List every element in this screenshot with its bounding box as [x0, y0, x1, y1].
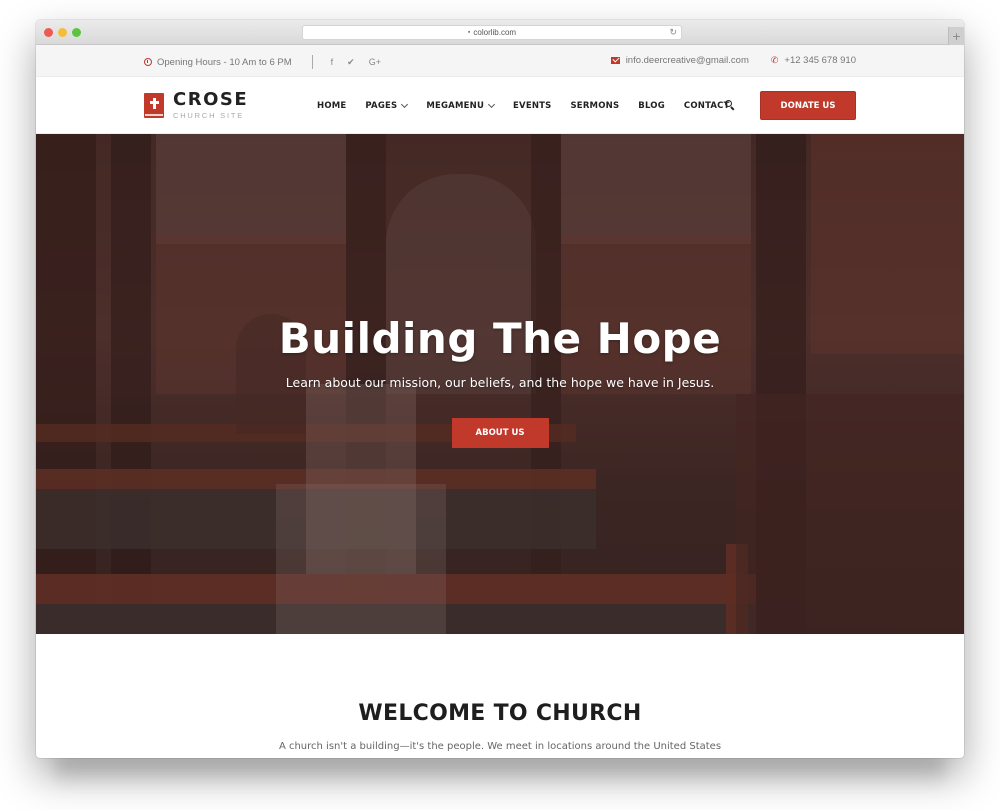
hero-section: Building The Hope Learn about our missio…	[36, 134, 964, 634]
welcome-section: WELCOME TO CHURCH A church isn't a build…	[36, 634, 964, 758]
divider	[311, 55, 313, 69]
main-menu: HOME PAGES MEGAMENU EVENTS SERMONS BLOG …	[317, 77, 749, 134]
opening-hours: Opening Hours - 10 Am to 6 PM	[157, 56, 292, 68]
logo-title: CROSE	[173, 89, 249, 110]
phone-icon: ✆	[770, 55, 779, 65]
bible-cross-icon	[144, 93, 164, 118]
envelope-icon	[610, 57, 620, 64]
google-plus-icon[interactable]: G+	[369, 57, 381, 68]
logo-subtitle: CHURCH SITE	[173, 111, 245, 120]
contact-email[interactable]: info.deercreative@gmail.com	[626, 55, 749, 66]
address-bar[interactable]: ▪ colorlib.com ↻	[302, 25, 682, 40]
nav-events-label: EVENTS	[513, 100, 552, 111]
donate-button[interactable]: DONATE US	[760, 91, 856, 120]
browser-toolbar: ▪ colorlib.com ↻ +	[36, 20, 964, 45]
welcome-title: WELCOME TO CHURCH	[358, 701, 642, 726]
social-links: f ✔ G+	[331, 57, 381, 68]
nav-home[interactable]: HOME	[317, 101, 346, 111]
about-us-button[interactable]: ABOUT US	[451, 418, 549, 448]
hero-subtitle: Learn about our mission, our beliefs, an…	[285, 375, 715, 390]
nav-blog[interactable]: BLOG	[638, 101, 665, 111]
nav-pages-label: PAGES	[365, 100, 398, 111]
nav-events[interactable]: EVENTS	[513, 101, 551, 111]
search-icon[interactable]	[724, 99, 736, 111]
facebook-icon[interactable]: f	[331, 57, 334, 68]
nav-sermons-label: SERMONS	[570, 100, 620, 111]
logo-text: CROSE CHURCH SITE	[173, 89, 249, 121]
welcome-text: A church isn't a building—it's the peopl…	[278, 741, 722, 752]
close-window-button[interactable]	[44, 28, 53, 37]
nav-megamenu-label: MEGAMENU	[426, 100, 485, 111]
topbar-left: Opening Hours - 10 Am to 6 PM f ✔ G+	[144, 55, 381, 69]
nav-pages[interactable]: PAGES	[365, 100, 409, 111]
hero-title: Building The Hope	[278, 314, 722, 363]
maximize-window-button[interactable]	[72, 28, 81, 37]
twitter-icon[interactable]: ✔	[347, 57, 355, 68]
hero-content: Building The Hope Learn about our missio…	[36, 314, 964, 448]
new-tab-button[interactable]: +	[948, 27, 964, 45]
topbar-right: info.deercreative@gmail.com ✆ +12 345 67…	[610, 55, 856, 66]
nav-contact-label: CONTACT	[683, 100, 730, 111]
site-logo[interactable]: CROSE CHURCH SITE	[144, 91, 248, 120]
clock-icon	[144, 58, 152, 66]
url-text: colorlib.com	[473, 28, 517, 37]
browser-window: ▪ colorlib.com ↻ + Opening Hours - 10 Am…	[36, 20, 964, 758]
window-shadow	[56, 758, 944, 788]
nav-sermons[interactable]: SERMONS	[570, 101, 619, 111]
chevron-down-icon	[488, 100, 496, 108]
nav-megamenu[interactable]: MEGAMENU	[426, 100, 496, 111]
contact-phone[interactable]: +12 345 678 910	[784, 55, 856, 66]
nav-home-label: HOME	[317, 100, 347, 111]
minimize-window-button[interactable]	[58, 28, 67, 37]
main-header: CROSE CHURCH SITE HOME PAGES MEGAMENU EV…	[36, 77, 964, 134]
screenshot-stage: ▪ colorlib.com ↻ + Opening Hours - 10 Am…	[0, 0, 1000, 810]
nav-blog-label: BLOG	[638, 100, 665, 111]
chevron-down-icon	[401, 100, 409, 108]
lock-icon: ▪	[467, 29, 471, 36]
window-controls	[44, 28, 81, 37]
nav-contact[interactable]: CONTACT	[684, 101, 730, 111]
top-info-bar: Opening Hours - 10 Am to 6 PM f ✔ G+ inf…	[36, 45, 964, 77]
reload-icon[interactable]: ↻	[669, 27, 677, 38]
